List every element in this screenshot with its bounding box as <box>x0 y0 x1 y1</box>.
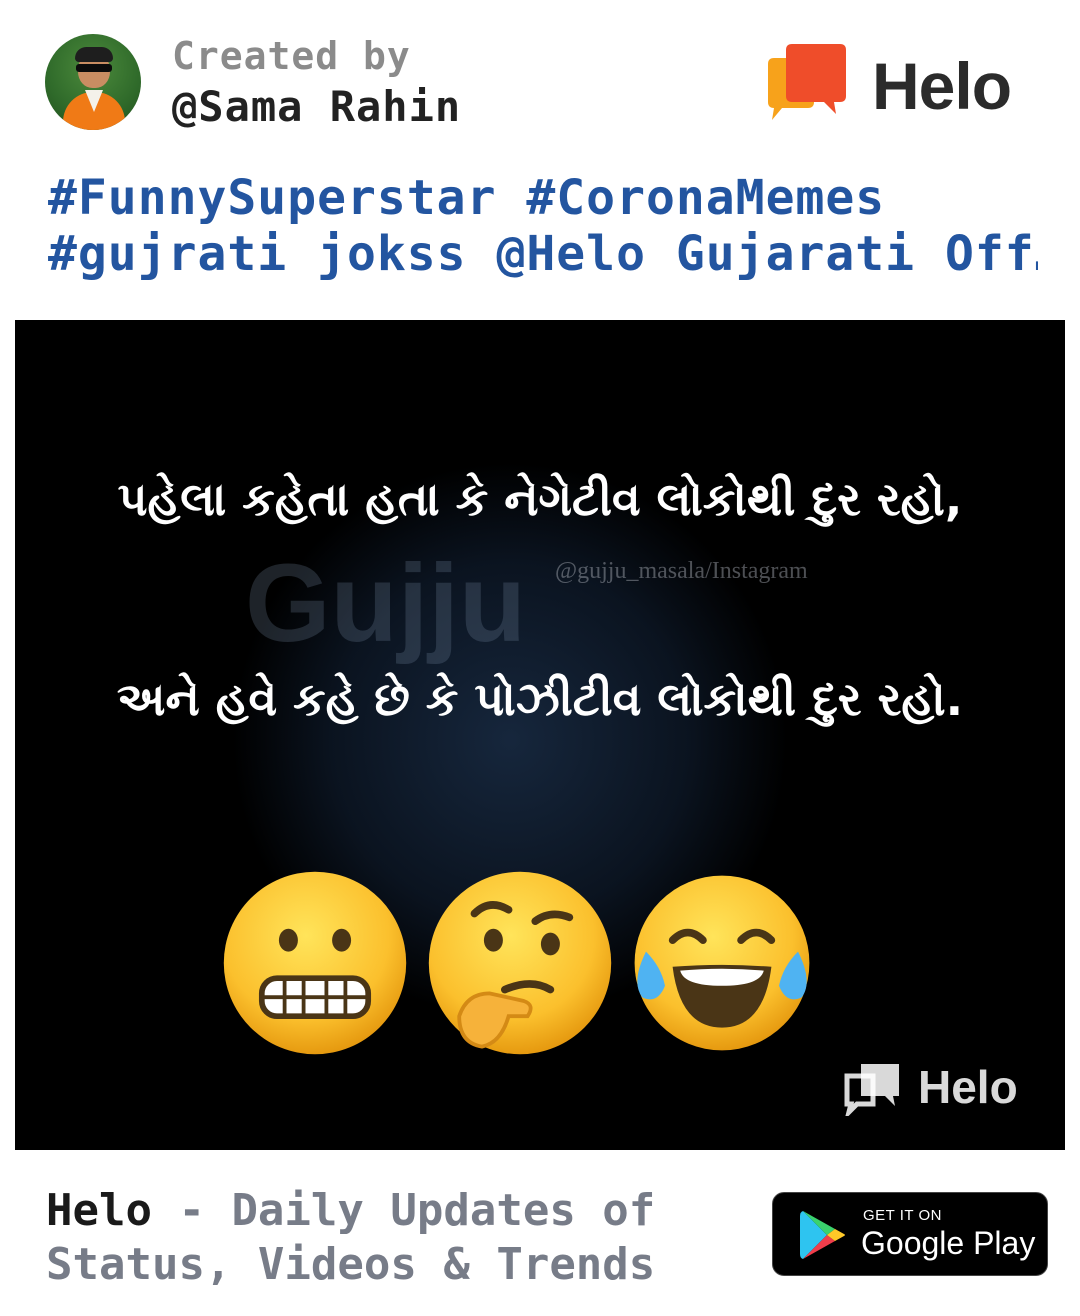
footer-tagline-line2: Status, Videos & Trends <box>46 1239 656 1290</box>
caption-line-1[interactable]: #FunnySuperstar #CoronaMemes <box>48 170 1038 226</box>
helo-watermark-text: Helo <box>918 1061 1018 1113</box>
helo-watermark: Helo <box>843 1058 1043 1118</box>
post-caption[interactable]: #FunnySuperstar #CoronaMemes #gujrati jo… <box>48 170 1038 282</box>
created-by-label: Created by <box>172 34 411 78</box>
creator-avatar[interactable] <box>45 34 141 130</box>
watermark-handle: @gujju_masala/Instagram <box>555 558 808 584</box>
helo-watermark-icon <box>844 1064 899 1116</box>
google-play-badge[interactable]: GET IT ON Google Play <box>772 1192 1048 1276</box>
google-play-icon <box>800 1211 845 1259</box>
meme-text-line-1: પહેલા કહેતા હતા કે નેગેટીવ લોકોથી દુર રહ… <box>117 472 963 526</box>
post-image[interactable]: Gujju @gujju_masala/Instagram પહેલા કહેત… <box>15 320 1065 1150</box>
footer-tagline: Helo - Daily Updates of Status, Videos &… <box>46 1184 655 1292</box>
watermark-logo-text: Gujju <box>245 542 527 665</box>
caption-line-2[interactable]: #gujrati jokss @Helo Gujarati Off… <box>48 226 1038 282</box>
avatar-sunglasses <box>76 64 112 72</box>
helo-logo-icon <box>768 44 846 120</box>
creator-username[interactable]: @Sama Rahin <box>172 82 461 131</box>
thinking-face-icon <box>428 871 612 1055</box>
avatar-hair <box>75 47 113 62</box>
helo-logo: Helo <box>768 44 1038 124</box>
badge-google-play: Google Play <box>861 1225 1036 1261</box>
meme-text-line-2: અને હવે કહે છે કે પોઝીટીવ લોકોથી દુર રહો… <box>116 672 964 726</box>
grimacing-face-icon <box>223 871 407 1055</box>
helo-logo-text: Helo <box>872 49 1012 123</box>
footer-tagline-part1: - Daily Updates of <box>151 1185 656 1236</box>
face-with-tears-of-joy-icon <box>634 875 810 1051</box>
footer-brand: Helo <box>46 1185 152 1236</box>
badge-get-it-on: GET IT ON <box>863 1207 942 1224</box>
